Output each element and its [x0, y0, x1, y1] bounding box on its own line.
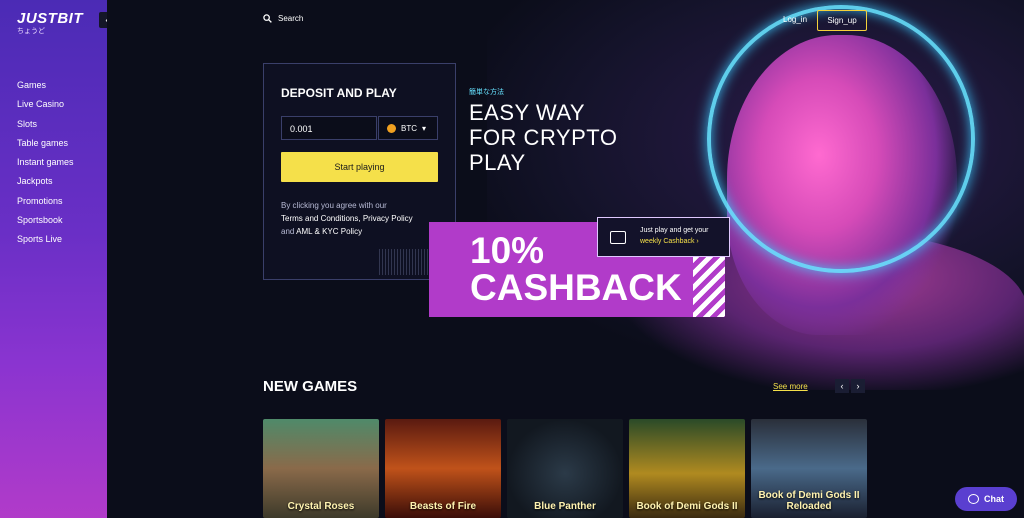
chevron-right-icon: › [856, 381, 860, 391]
sidebar-item-live-casino[interactable]: Live Casino [17, 98, 74, 117]
deposit-panel: DEPOSIT AND PLAY 0.001 BTC ▾ Start playi… [263, 63, 456, 280]
chat-icon [968, 494, 979, 504]
game-card-beasts-of-fire[interactable]: Beasts of Fire [385, 419, 501, 518]
and-text: and [281, 227, 295, 236]
game-title: Blue Panther [534, 501, 596, 512]
weekly-cashback-link[interactable]: weekly Cashback › [640, 238, 699, 245]
game-title: Crystal Roses [287, 501, 355, 512]
hero-headline-line3: PLAY [469, 150, 526, 175]
chat-label: Chat [984, 494, 1004, 504]
chevron-left-icon: ‹ [840, 381, 844, 391]
sidebar-item-sports-live[interactable]: Sports Live [17, 233, 74, 252]
sidebar-item-jackpots[interactable]: Jackpots [17, 175, 74, 194]
sidebar-nav: Games Live Casino Slots Table games Inst… [17, 79, 74, 253]
weekly-cashback-card[interactable]: Just play and get your weekly Cashback › [597, 217, 730, 257]
chevron-down-icon: ▾ [422, 123, 427, 133]
chat-button[interactable]: Chat [955, 487, 1017, 511]
promo-line-1: Just play and get your [640, 227, 709, 234]
currency-select[interactable]: BTC ▾ [378, 116, 438, 140]
game-title: Book of Demi Gods II Reloaded [758, 490, 860, 512]
aml-kyc-link[interactable]: AML & KYC Policy [296, 227, 362, 236]
sidebar-item-table-games[interactable]: Table games [17, 137, 74, 156]
sidebar-item-slots[interactable]: Slots [17, 118, 74, 137]
search-label: Search [278, 14, 304, 23]
cashback-word: CASHBACK [470, 267, 682, 308]
login-link[interactable]: Log_in [783, 15, 807, 24]
game-title: Book of Demi Gods II [636, 501, 738, 512]
game-title: Beasts of Fire [409, 501, 477, 512]
stripes-decoration [693, 256, 725, 317]
deposit-title: DEPOSIT AND PLAY [281, 86, 397, 100]
amount-input[interactable]: 0.001 [281, 116, 377, 140]
sidebar-item-sportsbook[interactable]: Sportsbook [17, 214, 74, 233]
game-card-crystal-roses[interactable]: Crystal Roses [263, 419, 379, 518]
hero-headline-line2: FOR CRYPTO [469, 125, 618, 150]
search-button[interactable]: Search [263, 14, 303, 23]
carousel-prev-button[interactable]: ‹ [835, 379, 849, 393]
main-content: Search Log_in Sign_up DEPOSIT AND PLAY 0… [107, 0, 1024, 518]
game-card-book-of-demi-gods-ii[interactable]: Book of Demi Gods II [629, 419, 745, 518]
signup-button[interactable]: Sign_up [817, 10, 867, 31]
new-games-row: Crystal Roses Beasts of Fire Blue Panthe… [263, 419, 867, 518]
hero-headline-line1: EASY WAY [469, 100, 586, 125]
sidebar-item-promotions[interactable]: Promotions [17, 195, 74, 214]
game-card-blue-panther[interactable]: Blue Panther [507, 419, 623, 518]
brand-logo[interactable]: JUSTBIT [17, 10, 83, 27]
carousel-next-button[interactable]: › [851, 379, 865, 393]
bitcoin-icon [387, 123, 396, 133]
terms-link[interactable]: Terms and Conditions, [281, 214, 361, 223]
privacy-link[interactable]: Privacy Policy [363, 214, 413, 223]
hero-headline: EASY WAY FOR CRYPTO PLAY [469, 100, 617, 175]
see-more-link[interactable]: See more [773, 382, 808, 391]
sidebar-item-instant-games[interactable]: Instant games [17, 156, 74, 175]
wallet-icon [610, 231, 626, 244]
neon-ring-decoration [707, 5, 975, 273]
terms-text: By clicking you agree with our Terms and… [281, 199, 441, 238]
start-playing-button[interactable]: Start playing [281, 152, 438, 182]
currency-label: BTC [401, 123, 417, 133]
sidebar-item-games[interactable]: Games [17, 79, 74, 98]
game-card-book-of-demi-gods-reloaded[interactable]: Book of Demi Gods II Reloaded [751, 419, 867, 518]
brand-subtitle: ちょうど [17, 28, 45, 35]
terms-prefix: By clicking you agree with our [281, 201, 387, 210]
new-games-title: NEW GAMES [263, 378, 358, 395]
sidebar: JUSTBIT ちょうど Games Live Casino Slots Tab… [0, 0, 107, 518]
search-icon [263, 14, 272, 23]
hero-japanese-text: 簡単な方法 [469, 89, 504, 96]
